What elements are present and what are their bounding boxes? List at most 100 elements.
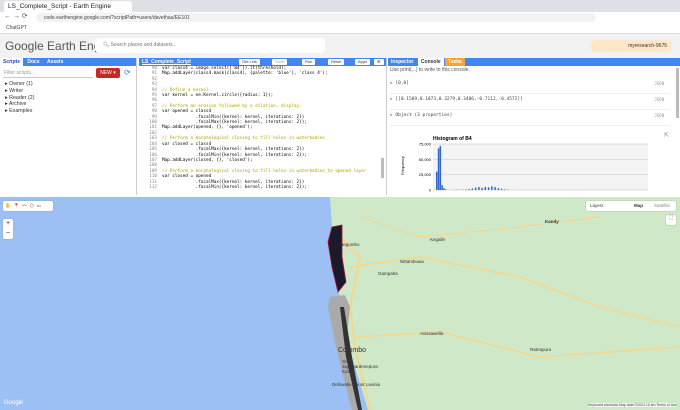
gear-icon[interactable]: ⚙ [374, 59, 384, 65]
run-button[interactable]: Run [302, 59, 316, 65]
console-entry[interactable]: ▸ Object (3 properties) JSON [390, 110, 670, 126]
console-entry[interactable]: ▸ [[0.1509,0.1073,0.3279,0.3406,-0.7112,… [390, 94, 670, 110]
zoom-control: + − [3, 219, 13, 239]
tree-item[interactable]: ▸ Owner (1) [5, 81, 34, 88]
editor-toolbar: LS_Complete_Script Get Link Save Run Res… [139, 58, 386, 66]
tab-docs[interactable]: Docs [24, 58, 42, 66]
tree-item[interactable]: ▸ Examples [5, 108, 34, 115]
filter-scripts-input[interactable]: Filter scripts... [3, 69, 93, 78]
browser-tab-bar: LS_Complete_Script - Earth Engine [0, 0, 680, 12]
tree-item[interactable]: ▸ Reader (2) [5, 95, 34, 102]
histogram-bar [504, 189, 506, 190]
histogram-bar [436, 171, 438, 190]
code-text: var kernel = ee.Kernel.circle({radius: 1… [162, 93, 274, 99]
map-label: Negombo [340, 242, 360, 247]
histogram-bar [468, 189, 470, 190]
histogram-bar [443, 188, 445, 190]
save-button[interactable]: Save [272, 59, 288, 65]
code-text: .focalMax({kernel: kernel, iterations: 2… [162, 179, 305, 185]
code-lines[interactable]: 90 var class4 = image.select(['B4']).lt(t… [139, 66, 379, 190]
histogram-chart: Histogram of B4 Frequency 75,000 50,000 25… [400, 136, 648, 193]
script-tree: ▸ Owner (1) ▸ Writer ▸ Reader (2) ▸ Arch… [5, 81, 34, 115]
code-text: .focalMin({kernel: kernel, iterations: 2… [162, 152, 307, 158]
tab-title: LS_Complete_Script - Earth Engine [8, 3, 111, 10]
console-entry[interactable]: ▸ [0,0] JSON [390, 78, 670, 94]
address-bar-row: ← → ⟳ code.earthengine.google.com/?scrip… [0, 12, 680, 23]
drawing-tools[interactable]: ✋📍〰⬠▭ [3, 201, 53, 211]
code-text: .focalMin({kernel: kernel, iterations: 2… [162, 114, 305, 120]
editor-scrollbar[interactable] [381, 158, 384, 178]
y-tick-label: 75,000 [419, 142, 432, 147]
code-text: Map.addLayer(closed, {}, 'closed'); [162, 157, 253, 163]
plot-area [433, 144, 648, 190]
code-editor[interactable]: LS_Complete_Script Get Link Save Run Res… [139, 58, 387, 195]
histogram-bar [439, 145, 442, 190]
tab-inspector[interactable]: Inspector [388, 58, 417, 66]
map-land [327, 197, 680, 410]
tab-tasks[interactable]: Tasks [445, 58, 465, 66]
layers-button[interactable]: Layers [590, 203, 604, 208]
code-text: // Perform a morphological closing to fi… [162, 168, 367, 174]
histogram-bar [481, 187, 483, 190]
code-text: Map.addLayer(opened, {}, 'opened'); [162, 125, 253, 131]
histogram-bar [437, 148, 440, 190]
histogram-bar [474, 187, 477, 190]
map-label: Gampaha [378, 271, 398, 276]
nav-icons[interactable]: ← → ⟳ [4, 12, 28, 20]
right-tabs: Inspector Console Tasks [388, 58, 680, 66]
zoom-out-button[interactable]: − [3, 229, 13, 239]
tab-scripts[interactable]: Scripts [0, 58, 23, 66]
console-hint: Use print(...) to write to this console. [390, 67, 470, 73]
code-text: var closed = class4 [162, 141, 212, 147]
apps-button[interactable]: Apps [355, 59, 371, 65]
map-label: Avissawella [420, 331, 444, 336]
histogram-bar [484, 186, 487, 190]
ee-header: Google Earth Engine 🔍︎ Search places and… [0, 34, 680, 58]
y-tick-label: 0 [429, 188, 432, 193]
bookmark-chatgpt[interactable]: ChatGPT [6, 25, 27, 31]
search-input[interactable]: 🔍︎ Search places and datasets... [95, 38, 325, 53]
fullscreen-icon[interactable]: ⛶ [666, 215, 676, 225]
get-link-button[interactable]: Get Link [239, 59, 260, 65]
tree-item[interactable]: ▸ Writer [5, 88, 34, 95]
zoom-in-button[interactable]: + [3, 219, 13, 229]
bookmark-bar: ChatGPT [0, 23, 680, 34]
map-button[interactable]: Map [634, 203, 643, 208]
line-number: 112 [149, 184, 157, 190]
map-label: Colombo [338, 347, 367, 354]
scripts-panel: Scripts Docs Assets Filter scripts... NE… [0, 58, 137, 195]
histogram-bar [500, 188, 503, 190]
map-label: Nittambuwa [400, 259, 424, 264]
code-text: .focalMax({kernel: kernel, iterations: 2… [162, 147, 305, 153]
code-text: var closed = opened [162, 174, 212, 180]
y-tick-label: 50,000 [419, 157, 432, 162]
refresh-icon[interactable]: ⟳ [124, 68, 131, 77]
account-button[interactable]: myresearch-9675 [590, 40, 672, 52]
tree-item[interactable]: ▸ Archive [5, 101, 34, 108]
histogram-bar [441, 185, 443, 190]
histogram-bar [471, 188, 474, 190]
popout-icon[interactable]: ⇱ [664, 132, 669, 139]
map-label: Kandy [545, 219, 559, 224]
map-view[interactable]: Kandy Negombo Colombo Sri Jayawardenepur… [0, 197, 680, 410]
code-line[interactable]: 112 .focalMin({kernel: kernel, iteration… [139, 185, 379, 190]
browser-tab[interactable]: LS_Complete_Script - Earth Engine [4, 1, 132, 12]
console-scrollbar[interactable] [676, 68, 679, 118]
new-button[interactable]: NEW ▾ [96, 68, 120, 78]
tab-assets[interactable]: Assets [44, 58, 66, 66]
left-tabs: Scripts Docs Assets [0, 58, 136, 66]
chart-title: Histogram of B4 [433, 136, 472, 142]
url-field[interactable]: code.earthengine.google.com/?scriptPath=… [36, 13, 596, 22]
script-title: LS_Complete_Script [142, 59, 191, 65]
reset-button[interactable]: Reset [328, 59, 345, 65]
histogram-bar [445, 189, 447, 190]
search-icon: 🔍︎ [103, 42, 111, 48]
tab-console[interactable]: Console [417, 58, 444, 66]
y-axis-label: Frequency [400, 156, 405, 175]
map-type-control: Layers Map Satellite [586, 201, 676, 211]
histogram-bar [491, 186, 493, 190]
satellite-button[interactable]: Satellite [654, 203, 670, 208]
map-attribution[interactable]: Keyboard shortcuts Map data ©2024 10 km … [587, 403, 677, 407]
map-label: Dehiwala-Mount Lavinia [332, 382, 381, 387]
map-label: Kegalle [430, 237, 446, 242]
